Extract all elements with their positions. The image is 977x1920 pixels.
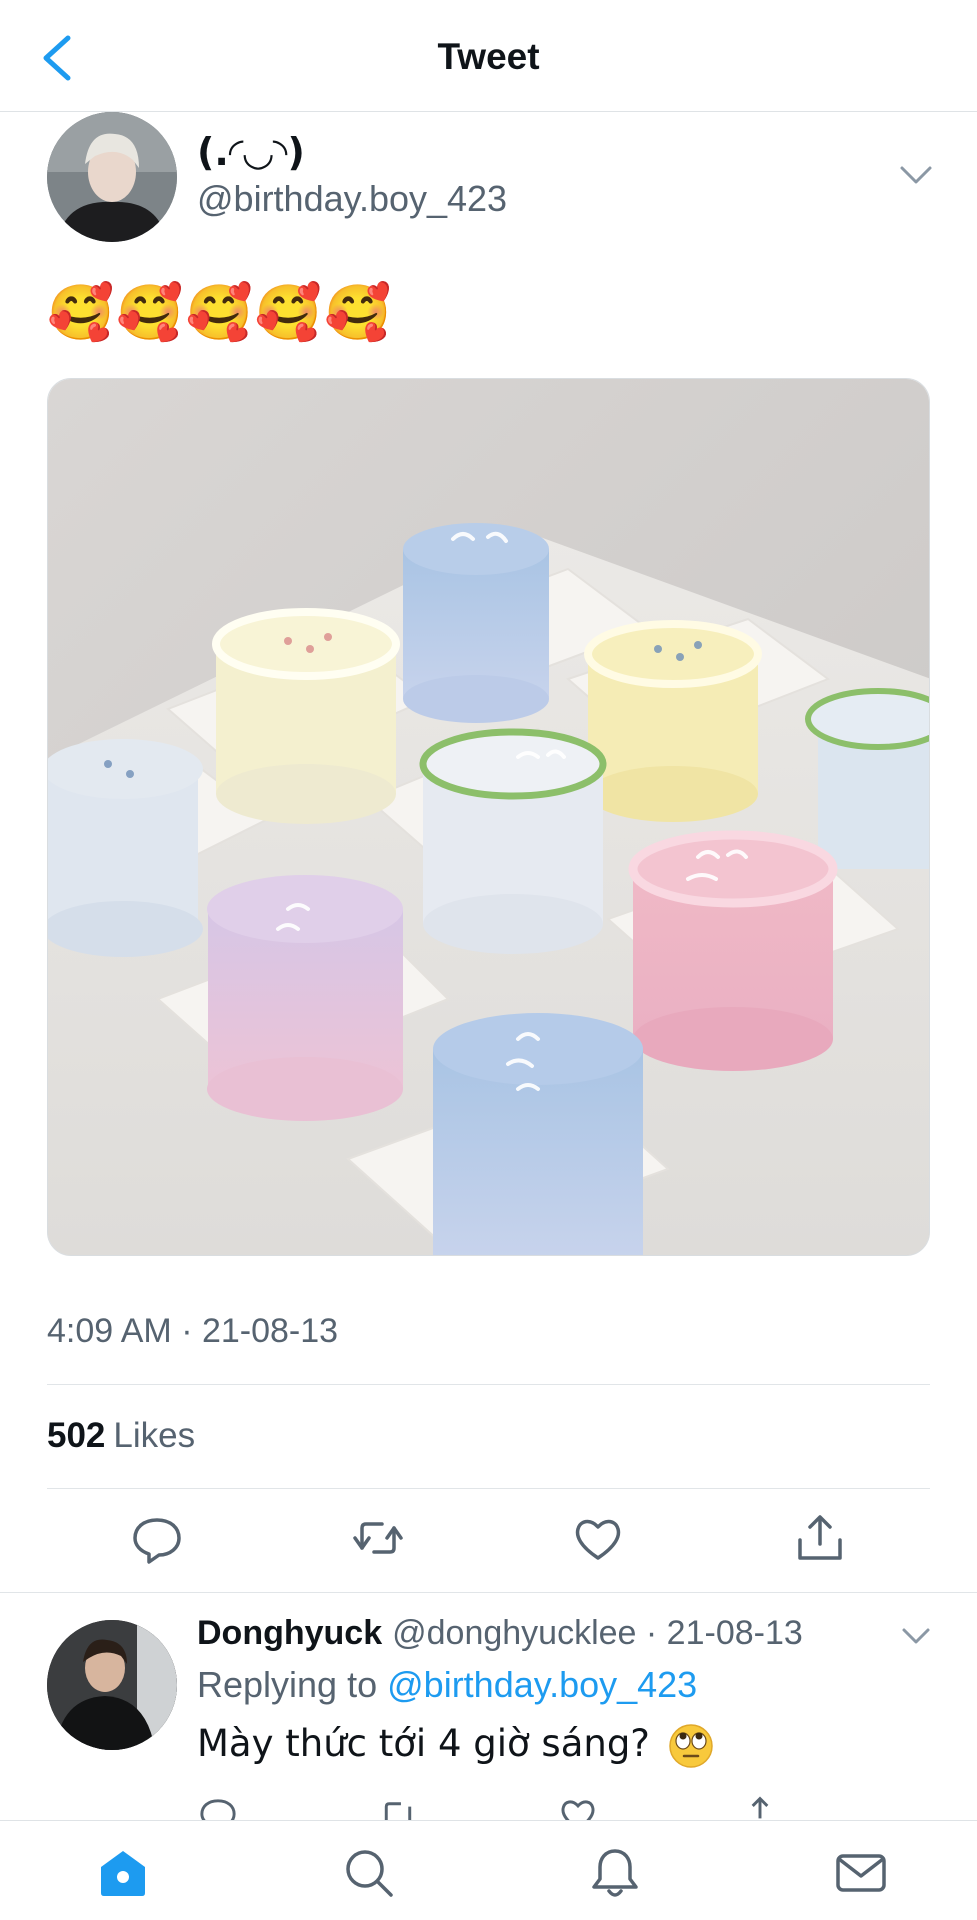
reply-header: Donghyuck @donghyucklee · 21-08-13 [197,1614,803,1653]
retweet-icon [353,1522,403,1554]
top-bar: Tweet [0,0,977,112]
chevron-down-icon [902,1628,930,1644]
likes-count-link[interactable]: 502 Likes [47,1416,195,1456]
page-title: Tweet [437,36,540,77]
reply-text-body: Mày thức tới 4 giờ sáng? [197,1722,650,1765]
reply-author-avatar[interactable] [47,1620,177,1750]
author-handle[interactable]: @birthday.boy_423 [197,178,507,220]
reply-more-options-button[interactable] [900,1622,932,1650]
bottom-tab-bar [0,1820,977,1920]
tweet-text: 🥰🥰🥰🥰🥰 [47,281,394,344]
bell-icon [592,1849,638,1897]
author-avatar[interactable] [47,112,177,242]
replying-to: Replying to @birthday.boy_423 [197,1664,697,1706]
share-icon [798,1515,842,1560]
likes-label: Likes [113,1416,196,1455]
reply-icon [133,1518,181,1564]
reply-actions [0,1788,977,1820]
reply-author-name[interactable]: Donghyuck [197,1614,382,1652]
tab-messages[interactable] [833,1845,889,1901]
divider [0,1592,977,1593]
chevron-down-icon [900,166,932,184]
tweet-photo[interactable] [47,378,930,1256]
tweet-timestamp: 4:09 AM · 21-08-13 [47,1312,339,1350]
search-icon [346,1850,393,1897]
home-icon [101,1851,145,1896]
heart-icon[interactable] [556,1792,600,1820]
mail-icon [836,1854,886,1892]
retweet-button[interactable] [348,1508,408,1568]
replying-prefix: Replying to [197,1664,378,1705]
reply-icon[interactable] [196,1792,240,1820]
reply-text: Mày thức tới 4 giờ sáng? [197,1722,714,1769]
cakes-photo [48,379,929,1255]
replying-mention[interactable]: @birthday.boy_423 [387,1664,697,1705]
heart-icon [575,1519,621,1560]
retweet-icon[interactable] [376,1792,420,1820]
eye-roll-emoji-icon [668,1723,713,1768]
share-button[interactable] [790,1508,850,1568]
reply-button[interactable] [127,1508,187,1568]
tab-home[interactable] [95,1845,151,1901]
tab-notifications[interactable] [587,1845,643,1901]
author-display-name[interactable]: (.◜◡◝) [197,130,305,174]
share-icon[interactable] [738,1792,782,1820]
divider [47,1488,930,1489]
divider [47,1384,930,1385]
tab-search[interactable] [341,1845,397,1901]
more-options-button[interactable] [898,160,934,190]
reply-author-handle-time[interactable]: @donghyucklee · 21-08-13 [392,1614,803,1652]
like-button[interactable] [568,1508,628,1568]
likes-number: 502 [47,1416,106,1455]
